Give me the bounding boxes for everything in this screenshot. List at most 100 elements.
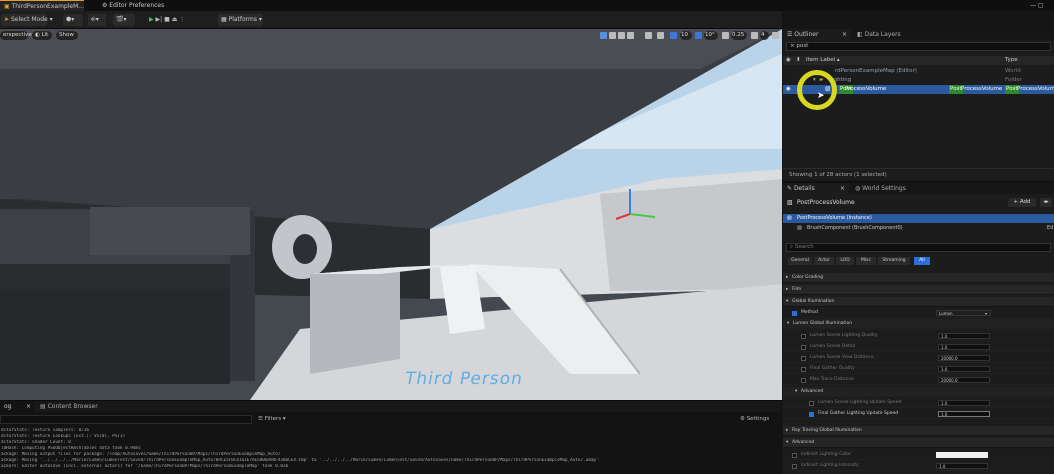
- type-column[interactable]: Type: [1005, 56, 1018, 65]
- tab-data-layers[interactable]: ◧ Data Layers: [853, 29, 913, 40]
- play-icon[interactable]: ▶: [149, 16, 154, 23]
- category-color-grading[interactable]: ▸ Color Grading: [783, 273, 1054, 283]
- sub-advanced[interactable]: ▾ Advanced: [783, 387, 1054, 397]
- add-component-button[interactable]: + Add: [1008, 198, 1036, 207]
- world-icon[interactable]: [645, 32, 652, 39]
- chevron-right-icon: ▸: [786, 275, 789, 280]
- category-rt-gi[interactable]: ▸ Ray Tracing Global Illumination: [783, 426, 1054, 436]
- tab-editor-preferences[interactable]: ⚙ Editor Preferences: [98, 0, 168, 11]
- title-bar: ▣ ThirdPersonExampleM... ⚙ Editor Prefer…: [0, 0, 1054, 11]
- rotation-snap-value[interactable]: 10°: [704, 31, 718, 40]
- value-field[interactable]: 1.0: [938, 333, 990, 339]
- value-field[interactable]: 20000.0: [938, 355, 990, 361]
- grid-snap-icon[interactable]: [670, 32, 677, 39]
- camera-speed-icon[interactable]: [751, 32, 758, 39]
- value-field[interactable]: 1.0: [938, 366, 990, 372]
- close-icon[interactable]: ×: [842, 29, 847, 40]
- value-field-active[interactable]: 1.0: [938, 411, 990, 417]
- visibility-icon[interactable]: ◉: [786, 85, 791, 94]
- tab-content-browser[interactable]: ▤ Content Browser: [36, 401, 98, 412]
- shadow-block: [0, 289, 230, 384]
- value-field[interactable]: 1.0: [936, 463, 988, 469]
- sub-lumen-gi[interactable]: ▾ Lumen Global Illumination: [783, 319, 1054, 329]
- eject-icon[interactable]: ⏏: [172, 16, 178, 23]
- value-field[interactable]: 20000.0: [938, 377, 990, 383]
- outliner-panel: ☰ Outliner × ◧ Data Layers × post ◉ ⬆ Ite…: [783, 29, 1054, 180]
- override-checkbox[interactable]: [801, 377, 806, 383]
- tab-world-settings[interactable]: ◍ World Settings: [851, 183, 921, 194]
- method-dropdown[interactable]: Lumen ▾: [936, 310, 991, 316]
- level-viewport[interactable]: Third Person erspective ◐ Lit Show 10 10…: [0, 29, 782, 400]
- select-tool-icon[interactable]: [600, 32, 607, 39]
- filters-button[interactable]: ☰ Filters ▾: [258, 416, 286, 422]
- tab-outliner[interactable]: ☰ Outliner ×: [783, 29, 851, 40]
- stop-icon[interactable]: ■: [164, 16, 170, 23]
- filter-lod[interactable]: LOD: [836, 257, 854, 265]
- override-checkbox[interactable]: [801, 333, 806, 339]
- perspective-button[interactable]: erspective: [0, 31, 32, 40]
- grid-snap-value[interactable]: 10: [680, 31, 692, 40]
- override-checkbox[interactable]: [809, 400, 814, 406]
- chevron-down-icon: ▾: [787, 321, 790, 326]
- item-label-column[interactable]: Item Label ▴: [806, 56, 840, 65]
- more-icon[interactable]: ⋮: [179, 16, 185, 23]
- surface-snap-icon[interactable]: [657, 32, 664, 39]
- show-button[interactable]: Show: [56, 31, 78, 40]
- outliner-header: ◉ ⬆ Item Label ▴ Type: [783, 56, 1054, 65]
- filter-streaming[interactable]: Streaming: [878, 257, 910, 265]
- scale-snap-value[interactable]: 0.25: [731, 31, 747, 40]
- component-brush-row[interactable]: ▨ BrushComponent (BrushComponent0) Ed: [783, 224, 1054, 233]
- override-checkbox[interactable]: [792, 452, 797, 458]
- step-icon[interactable]: ▶|: [156, 16, 163, 23]
- override-checkbox[interactable]: [792, 463, 797, 469]
- translate-icon[interactable]: [609, 32, 616, 39]
- cube-add-icon: ⬢▾: [66, 16, 75, 23]
- override-checkbox[interactable]: [801, 366, 806, 372]
- tab-output-log[interactable]: og ×: [0, 401, 34, 412]
- outliner-search[interactable]: × post: [786, 42, 1051, 51]
- lit-button[interactable]: ◐ Lit: [32, 31, 52, 40]
- camera-speed-value[interactable]: 4: [760, 31, 769, 40]
- color-swatch[interactable]: [936, 452, 988, 458]
- override-checkbox[interactable]: [801, 355, 806, 361]
- filter-misc[interactable]: Misc: [856, 257, 876, 265]
- close-icon[interactable]: ×: [840, 183, 845, 194]
- settings-button[interactable]: ⚙ Settings: [740, 416, 769, 422]
- cursor-highlight: [797, 70, 837, 110]
- blueprint-icon: ⎆▾: [91, 16, 99, 23]
- volume-icon: ▧: [787, 215, 792, 221]
- filter-actor[interactable]: Actor: [814, 257, 834, 265]
- window-controls[interactable]: — ▢: [1030, 1, 1052, 10]
- override-checkbox-checked[interactable]: [809, 411, 814, 417]
- select-mode-button[interactable]: ➤ Select Mode ▾: [1, 14, 53, 26]
- filter-general[interactable]: General: [788, 257, 812, 265]
- component-instance-row[interactable]: ▧ PostProcessVolume (Instance): [783, 214, 1054, 223]
- brush-icon: ▨: [797, 225, 802, 231]
- override-checkbox[interactable]: [801, 344, 806, 350]
- tab-level[interactable]: ▣ ThirdPersonExampleM...: [0, 0, 84, 11]
- rotation-snap-icon[interactable]: [695, 32, 702, 39]
- blueprint-button[interactable]: ⎆▾: [88, 14, 106, 26]
- category-advanced[interactable]: ▾ Advanced: [783, 438, 1054, 448]
- filter-all[interactable]: All: [914, 257, 930, 265]
- value-field[interactable]: 1.0: [938, 344, 990, 350]
- method-override-checkbox[interactable]: [792, 310, 797, 316]
- platforms-button[interactable]: ▦ Platforms ▾: [218, 14, 263, 26]
- close-icon[interactable]: ×: [26, 401, 31, 412]
- cinematics-button[interactable]: 🎬▾: [113, 14, 135, 26]
- category-global-illumination[interactable]: ▾ Global Illumination: [783, 297, 1054, 307]
- scale-icon[interactable]: [627, 32, 634, 39]
- prop-method: Method Lumen ▾: [783, 308, 1054, 318]
- value-field[interactable]: 1.0: [938, 400, 990, 406]
- tab-details[interactable]: ✎ Details ×: [783, 183, 849, 194]
- details-search[interactable]: ⌕ Search: [786, 243, 1051, 252]
- blueprint-icon: ◂▸: [1043, 199, 1049, 205]
- add-content-button[interactable]: ⬢▾: [63, 14, 83, 26]
- ramp-front: [310, 267, 400, 374]
- maximize-icon[interactable]: [772, 32, 779, 39]
- category-film[interactable]: ▸ Film: [783, 285, 1054, 295]
- log-search[interactable]: [0, 415, 252, 424]
- rotate-icon[interactable]: [618, 32, 625, 39]
- blueprint-convert-button[interactable]: ◂▸: [1040, 198, 1052, 207]
- scale-snap-icon[interactable]: [722, 32, 729, 39]
